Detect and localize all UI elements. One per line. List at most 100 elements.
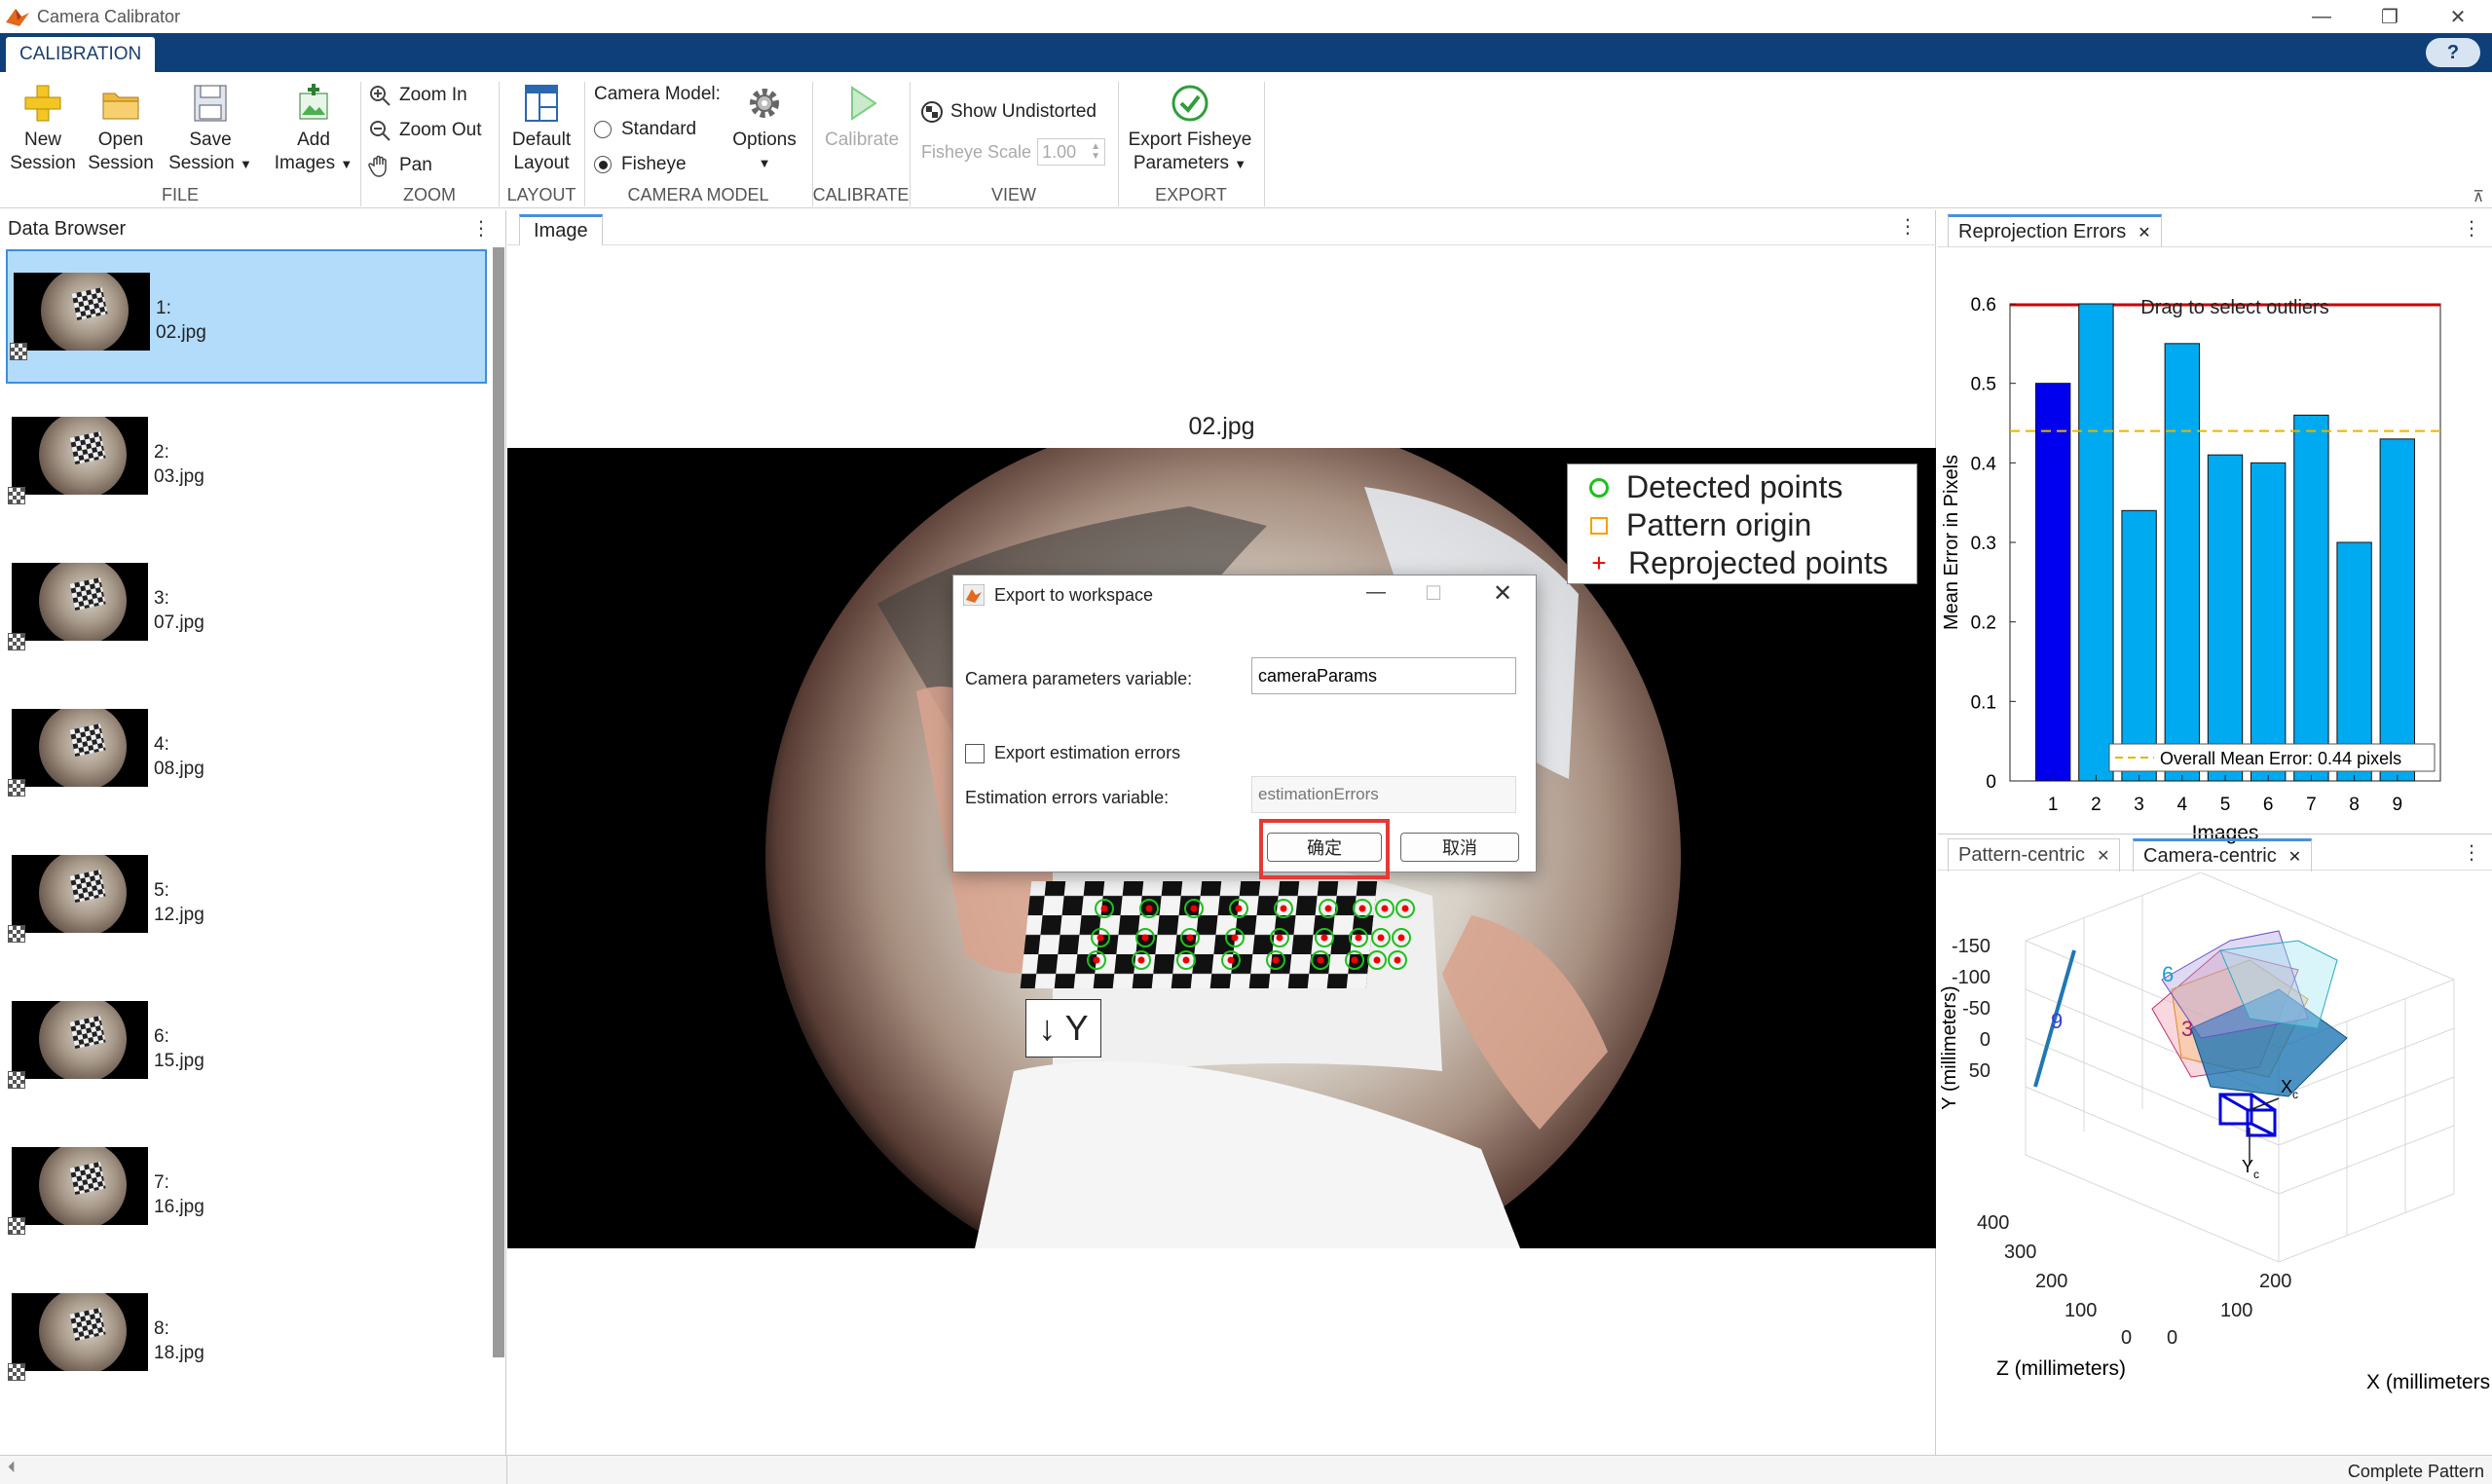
red-plus-icon: + <box>1591 548 1607 577</box>
list-item[interactable]: 1: 02.jpg <box>6 249 487 384</box>
tab-camera-centric[interactable]: Camera-centric ✕ <box>2133 838 2313 872</box>
thumbnail-label: 1: 02.jpg <box>156 298 206 343</box>
reprojected-point <box>1097 934 1104 942</box>
dialog-titlebar: Export to workspace — ☐ ✕ <box>953 575 1536 614</box>
more-options-icon[interactable]: ⋮ <box>1898 214 1917 239</box>
legend-pattern-origin: Pattern origin <box>1578 506 1907 544</box>
y-tick-label: 0.1 <box>1971 692 1996 713</box>
reprojected-point <box>1355 934 1362 942</box>
new-session-button[interactable]: New Session <box>8 82 78 175</box>
minimize-button[interactable]: — <box>2287 0 2356 33</box>
options-button[interactable]: Options ▼ <box>725 82 804 175</box>
checkerboard-icon <box>8 1071 25 1089</box>
add-images-button[interactable]: Add Images ▼ <box>269 82 358 176</box>
dialog-minimize-button[interactable]: — <box>1366 581 1386 604</box>
right-panel: Reprojection Errors ✕ ⋮ 0 0.1 0.2 0.3 0.4 0.5… <box>1938 210 2492 1455</box>
list-item[interactable]: 7: 16.jpg <box>6 1126 487 1260</box>
more-options-icon[interactable]: ⋮ <box>471 216 491 241</box>
reprojected-point <box>1272 956 1280 964</box>
zoom-out-button[interactable]: Zoom Out <box>368 119 481 142</box>
list-item[interactable]: 5: 12.jpg <box>6 834 487 968</box>
export-fisheye-parameters-button[interactable]: Export Fisheye Parameters ▼ <box>1122 82 1258 176</box>
checkerboard-icon <box>8 925 25 943</box>
camera-params-input[interactable] <box>1251 657 1516 694</box>
svg-text:100: 100 <box>2064 1300 2097 1321</box>
pan-button[interactable]: Pan <box>368 154 432 177</box>
x-tick-label: 6 <box>2263 795 2274 815</box>
errors-variable-input[interactable] <box>1251 776 1516 813</box>
restore-button[interactable]: ❐ <box>2356 0 2424 33</box>
export-errors-checkbox[interactable] <box>965 743 985 763</box>
window-title: Camera Calibrator <box>37 6 181 26</box>
close-window-button[interactable]: ✕ <box>2424 0 2492 33</box>
vertical-scrollbar[interactable] <box>493 247 504 1357</box>
svg-text:400: 400 <box>1977 1212 2009 1234</box>
reprojection-errors-chart[interactable]: 0 0.1 0.2 0.3 0.4 0.5 0.6 1 2 3 4 5 6 7 8 9 Drag to sele… <box>1938 249 2492 872</box>
thumbnail-image <box>12 1001 148 1079</box>
reprojected-point <box>1320 934 1328 942</box>
svg-text:100: 100 <box>2220 1300 2252 1321</box>
radio-selected-icon <box>594 156 612 173</box>
list-item[interactable]: 4: 08.jpg <box>6 687 487 822</box>
fisheye-radio[interactable]: Fisheye <box>594 154 687 175</box>
save-session-button[interactable]: Save Session ▼ <box>166 82 255 176</box>
list-item[interactable]: 2: 03.jpg <box>6 395 487 530</box>
y-tick-label: 0 <box>1986 772 1996 793</box>
thumbnail-label: 7: 16.jpg <box>154 1172 205 1217</box>
list-item[interactable]: 6: 15.jpg <box>6 980 487 1114</box>
y-tick-label: 0.5 <box>1971 375 1996 395</box>
close-tab-icon[interactable]: ✕ <box>2097 846 2109 866</box>
gear-icon <box>750 89 779 118</box>
camera-model-label: Camera Model: <box>594 84 721 104</box>
reprojected-point <box>1093 956 1100 964</box>
calibrate-button[interactable]: Calibrate <box>816 82 908 152</box>
reprojected-point <box>1317 956 1324 964</box>
thumbnail-label: 3: 07.jpg <box>154 588 205 633</box>
dialog-title: Export to workspace <box>994 584 1154 605</box>
dialog-maximize-button[interactable]: ☐ <box>1425 581 1442 606</box>
close-tab-icon[interactable]: ✕ <box>2288 847 2301 867</box>
open-session-button[interactable]: Open Session <box>86 82 156 175</box>
svg-text:-150: -150 <box>1952 936 1990 957</box>
radio-icon <box>594 121 612 138</box>
data-browser-panel: Data Browser ⋮ 1: 02.jpg 2: 03.jpg 3: 07.jpg 4… <box>0 210 506 1455</box>
list-item[interactable]: 3: 07.jpg <box>6 541 487 676</box>
list-item[interactable]: 8: 18.jpg <box>6 1272 487 1406</box>
orange-square-icon <box>1590 516 1608 535</box>
more-options-icon[interactable]: ⋮ <box>2462 840 2481 865</box>
close-tab-icon[interactable]: ✕ <box>2138 223 2150 242</box>
standard-radio[interactable]: Standard <box>594 119 696 140</box>
thumbnail-label: 6: 15.jpg <box>154 1026 205 1071</box>
svg-text:50: 50 <box>1969 1060 1990 1082</box>
show-undistorted-button[interactable]: Show Undistorted <box>921 101 1097 123</box>
collapse-toolstrip-icon[interactable]: ⊼ <box>2473 187 2484 206</box>
help-button[interactable]: ? <box>2426 38 2480 67</box>
bar <box>2379 438 2415 782</box>
cancel-button[interactable]: 取消 <box>1400 833 1519 862</box>
tab-image[interactable]: Image <box>519 214 603 245</box>
tab-pattern-centric[interactable]: Pattern-centric ✕ <box>1948 838 2121 872</box>
board-label: 6 <box>2162 962 2174 986</box>
fisheye-scale-spinner[interactable]: 1.00 ▲ ▼ <box>1037 138 1106 166</box>
x-tick-label: 3 <box>2134 795 2144 815</box>
more-options-icon[interactable]: ⋮ <box>2462 216 2481 241</box>
extrinsics-3d-plot[interactable]: 9 6 3 Xc Yc 400 300 200 100 0 0 100 200 … <box>1938 872 2492 1457</box>
tab-calibration[interactable]: CALIBRATION <box>6 37 156 72</box>
zoom-in-icon <box>370 86 391 106</box>
camera-icon <box>2218 1093 2280 1165</box>
bar <box>2035 383 2071 782</box>
dialog-close-button[interactable]: ✕ <box>1493 579 1512 608</box>
checkerboard-icon <box>8 1217 25 1235</box>
checkerboard-icon <box>8 487 25 504</box>
export-dialog: Export to workspace — ☐ ✕ Camera paramet… <box>952 575 1537 879</box>
checkerboard-icon <box>8 779 25 797</box>
divider <box>1264 82 1265 206</box>
bar <box>2293 414 2329 782</box>
checkerboard-icon <box>10 343 27 360</box>
zoom-in-button[interactable]: Zoom In <box>368 84 467 107</box>
default-layout-button[interactable]: Default Layout <box>502 82 580 175</box>
tab-reprojection-errors[interactable]: Reprojection Errors ✕ <box>1948 214 2162 247</box>
export-errors-checkbox-row[interactable]: Export estimation errors <box>965 743 1180 763</box>
errors-variable-label: Estimation errors variable: <box>965 788 1170 807</box>
scroll-left-icon[interactable]: ⏴ <box>8 1460 16 1477</box>
